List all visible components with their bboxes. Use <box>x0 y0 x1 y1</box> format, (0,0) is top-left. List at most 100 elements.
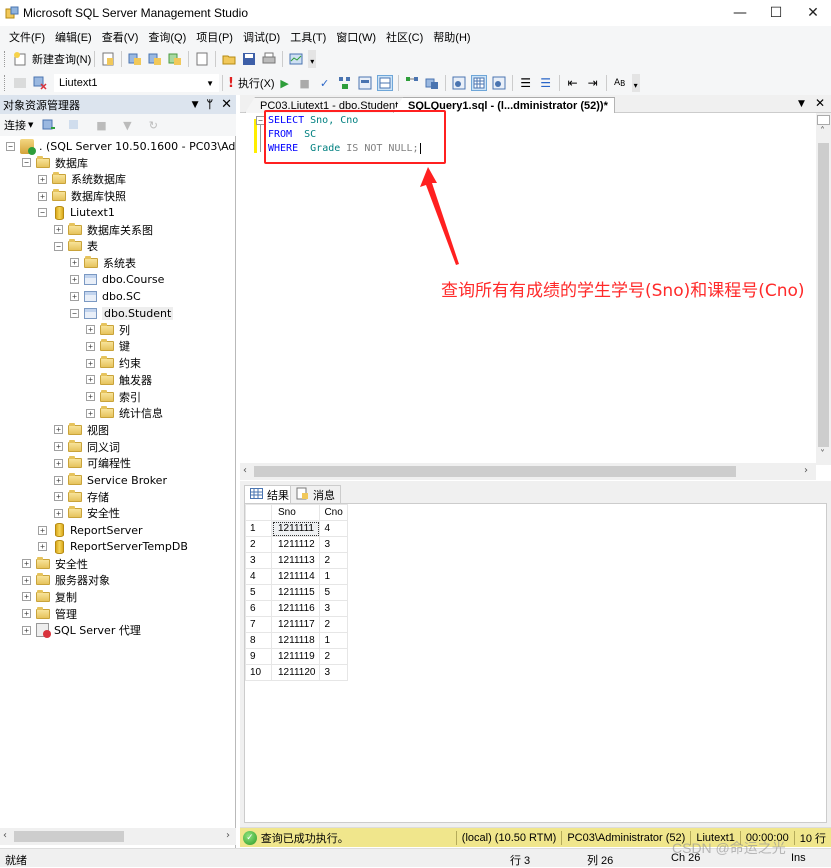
cno-cell[interactable]: 4 <box>319 520 348 537</box>
tree-node[interactable]: + 数据库关系图 <box>54 222 153 238</box>
connect-object-explorer-icon[interactable] <box>41 117 57 133</box>
row-number-cell[interactable]: 5 <box>245 584 272 601</box>
menu-debug[interactable]: 调试(D) <box>238 29 285 45</box>
collapse-icon[interactable]: − <box>6 141 15 151</box>
tree-node[interactable]: + 安全性 <box>22 556 88 572</box>
scroll-down-icon[interactable]: ˅ <box>820 449 825 460</box>
expand-icon[interactable]: + <box>70 291 79 301</box>
expand-icon[interactable]: + <box>70 275 79 285</box>
tree-node[interactable]: + 视图 <box>54 422 109 438</box>
expand-icon[interactable]: + <box>86 341 95 351</box>
refresh-icon[interactable]: ↻ <box>145 117 161 133</box>
expand-icon[interactable]: + <box>70 258 79 268</box>
maximize-button[interactable]: ☐ <box>758 0 794 26</box>
tree-node[interactable]: + 管理 <box>22 606 77 622</box>
sno-cell[interactable]: 1211112 <box>270 536 321 553</box>
cno-cell[interactable]: 5 <box>319 584 348 601</box>
menu-community[interactable]: 社区(C) <box>381 29 428 45</box>
expand-icon[interactable]: + <box>22 559 31 568</box>
cancel-query-icon[interactable]: ■ <box>297 75 313 91</box>
scroll-right-icon[interactable]: › <box>804 465 808 476</box>
expand-icon[interactable]: + <box>54 508 63 518</box>
tree-node[interactable]: − 表 <box>54 238 98 254</box>
expand-icon[interactable]: + <box>54 492 63 502</box>
tree-node[interactable]: + 键 <box>86 338 130 354</box>
tree-node[interactable]: + 统计信息 <box>86 405 163 421</box>
estimated-plan-icon[interactable] <box>337 75 353 91</box>
tree-node[interactable]: − Liutext1 <box>38 205 115 221</box>
column-header-sno[interactable]: Sno <box>270 504 321 521</box>
pin-icon[interactable]: ᛘ <box>206 98 213 111</box>
row-number-cell[interactable]: 6 <box>245 600 272 617</box>
query-designer-icon[interactable] <box>357 75 373 91</box>
minimize-button[interactable]: — <box>722 0 758 26</box>
toolbar-overflow-button[interactable]: ▾ <box>308 50 317 68</box>
toolbar-overflow-button[interactable]: ▾ <box>631 74 640 92</box>
cno-cell[interactable]: 2 <box>319 648 348 665</box>
scrollbar-thumb[interactable] <box>254 466 736 477</box>
comment-lines-icon[interactable]: ☰ <box>518 75 534 91</box>
panel-dropdown-icon[interactable]: ▼ <box>192 100 199 110</box>
menu-project[interactable]: 项目(P) <box>191 29 238 45</box>
row-number-cell[interactable]: 10 <box>245 664 272 681</box>
parse-check-icon[interactable]: ✓ <box>317 75 333 91</box>
expand-icon[interactable]: + <box>54 425 63 435</box>
tab-list-dropdown-icon[interactable]: ▼ <box>798 96 805 112</box>
new-document-icon[interactable] <box>194 51 210 67</box>
tab-results[interactable]: 结果 <box>244 485 295 503</box>
sno-cell[interactable]: 1211113 <box>270 552 321 569</box>
uncomment-lines-icon[interactable]: ☰ <box>538 75 554 91</box>
column-header-cno[interactable]: Cno <box>319 504 348 521</box>
scroll-left-icon[interactable]: ‹ <box>3 830 7 841</box>
object-explorer-hscrollbar[interactable]: ‹ › <box>0 828 236 845</box>
tree-node[interactable]: + 可编程性 <box>54 455 131 471</box>
tree-node[interactable]: + 存储 <box>54 489 109 505</box>
editor-hscrollbar[interactable]: ‹ › <box>240 463 816 480</box>
collapse-icon[interactable]: − <box>22 158 31 168</box>
sno-cell[interactable]: 1211111 <box>270 520 321 537</box>
debug-play-icon[interactable]: ▶ <box>277 75 293 91</box>
disconnect-icon[interactable] <box>67 117 83 133</box>
specify-template-values-icon[interactable]: AB <box>612 75 628 91</box>
scroll-left-icon[interactable]: ‹ <box>243 465 247 476</box>
toolbar-grip[interactable] <box>4 75 7 91</box>
close-document-icon[interactable]: ✕ <box>815 96 825 112</box>
tree-node[interactable]: + dbo.Course <box>70 272 164 288</box>
expand-icon[interactable]: + <box>38 191 47 201</box>
db-engine-query-icon[interactable] <box>127 51 143 67</box>
menu-window[interactable]: 窗口(W) <box>331 29 381 45</box>
open-file-icon[interactable] <box>221 51 237 67</box>
cno-cell[interactable]: 3 <box>319 664 348 681</box>
results-grid-toggle[interactable] <box>470 75 487 91</box>
menu-edit[interactable]: 编辑(E) <box>50 29 97 45</box>
cno-cell[interactable]: 1 <box>319 568 348 585</box>
tree-node[interactable]: + SQL Server 代理 <box>22 622 141 639</box>
tree-node[interactable]: + 复制 <box>22 589 77 605</box>
close-panel-icon[interactable]: ✕ <box>221 97 232 112</box>
activity-monitor-icon[interactable] <box>288 51 304 67</box>
menu-help[interactable]: 帮助(H) <box>428 29 475 45</box>
cno-cell[interactable]: 2 <box>319 616 348 633</box>
expand-icon[interactable]: + <box>38 542 47 552</box>
menu-tools[interactable]: 工具(T) <box>285 29 331 45</box>
new-file-icon[interactable] <box>100 51 116 67</box>
collapse-icon[interactable]: − <box>38 208 47 218</box>
connect-button[interactable]: 连接 ▼ <box>4 117 33 133</box>
cno-cell[interactable]: 1 <box>319 632 348 649</box>
scrollbar-thumb[interactable] <box>14 831 124 842</box>
tree-node[interactable]: + 同义词 <box>54 439 120 455</box>
expand-icon[interactable]: + <box>54 442 63 452</box>
menu-file[interactable]: 文件(F) <box>4 29 50 45</box>
stop-icon[interactable]: ■ <box>93 117 109 133</box>
close-window-button[interactable]: ✕ <box>795 0 831 26</box>
connect-icon[interactable] <box>12 75 28 91</box>
row-number-cell[interactable]: 7 <box>245 616 272 633</box>
include-plan-icon[interactable] <box>404 75 420 91</box>
cno-cell[interactable]: 3 <box>319 600 348 617</box>
scroll-up-icon[interactable]: ˄ <box>820 126 825 137</box>
tree-node[interactable]: + 约束 <box>86 355 141 371</box>
sno-cell[interactable]: 1211114 <box>270 568 321 585</box>
client-stats-icon[interactable] <box>424 75 440 91</box>
cno-cell[interactable]: 3 <box>319 536 348 553</box>
filter-icon[interactable]: ▼ <box>119 117 135 133</box>
